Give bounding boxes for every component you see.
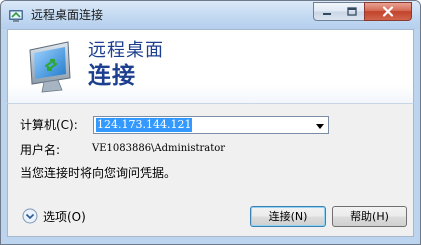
banner-title-line2: 连接: [88, 63, 136, 89]
computer-label: 计算机(C):: [20, 118, 78, 132]
window-title: 远程桌面连接: [31, 8, 104, 22]
maximize-button[interactable]: [339, 2, 365, 21]
minimize-icon: [322, 12, 331, 15]
remote-desktop-monitor-icon: [29, 41, 71, 93]
title-bar[interactable]: 远程桌面连接: [1, 1, 420, 29]
credentials-info-text: 当您连接时将向您询问凭据。: [20, 166, 177, 180]
remote-desktop-app-icon: [9, 10, 23, 22]
minimize-button[interactable]: [313, 2, 340, 21]
close-icon: [382, 6, 394, 17]
header-banner: 远程桌面 连接: [7, 29, 414, 103]
expand-down-icon: [22, 208, 38, 224]
close-button[interactable]: [364, 2, 412, 21]
connection-form: 计算机(C): 124.173.144.121 用户名: VE1083886\A…: [7, 103, 414, 237]
connect-button[interactable]: 连接(N): [250, 206, 326, 227]
banner-title-line1: 远程桌面: [88, 40, 164, 61]
username-label: 用户名:: [20, 143, 61, 157]
username-value: VE1083886\Administrator: [92, 143, 226, 154]
chevron-down-icon[interactable]: [314, 120, 326, 132]
maximize-icon: [346, 7, 357, 16]
computer-combobox[interactable]: 124.173.144.121: [93, 116, 329, 134]
remote-desktop-window: 远程桌面连接 远程桌面 连接 计算机(C): 124.173.144.121 用…: [0, 0, 421, 245]
computer-input[interactable]: 124.173.144.121: [96, 118, 193, 132]
options-label: 选项(O): [43, 210, 86, 224]
help-button[interactable]: 帮助(H): [332, 206, 407, 227]
